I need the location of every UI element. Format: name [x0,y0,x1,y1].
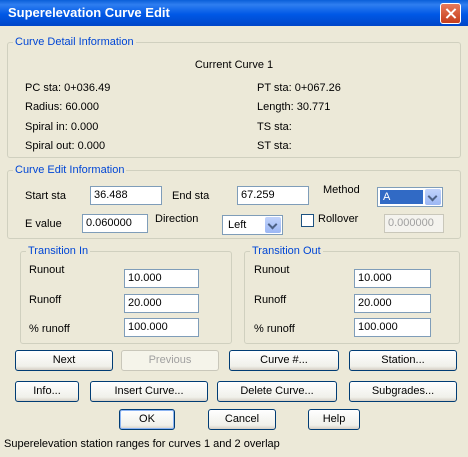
to-pct-runoff-input[interactable]: 100.000 [354,318,431,337]
next-button[interactable]: Next [15,350,113,371]
length-label: Length: 30.771 [257,101,331,113]
to-runout-input[interactable]: 10.000 [354,269,431,288]
chevron-down-icon[interactable] [265,217,281,233]
method-label: Method [323,184,360,196]
to-runoff-label: Runoff [254,294,287,306]
ti-pct-runoff-label: % runoff [29,323,70,335]
subgrades-button[interactable]: Subgrades... [349,381,457,402]
ok-button[interactable]: OK [119,409,175,430]
close-button[interactable] [440,3,461,24]
previous-button: Previous [121,350,219,371]
dialog-window: Superelevation Curve Edit Curve Detail I… [0,0,468,457]
current-curve-label: Current Curve 1 [194,59,274,71]
help-button[interactable]: Help [308,409,360,430]
curve-detail-legend: Curve Detail Information [15,36,134,48]
spiral-out-label: Spiral out: 0.000 [25,140,106,152]
e-value-label: E value [25,218,62,230]
direction-label: Direction [155,213,199,225]
info-button[interactable]: Info... [15,381,79,402]
pc-sta-label: PC sta: 0+036.49 [25,82,111,94]
chevron-down-icon[interactable] [425,189,441,205]
window-title: Superelevation Curve Edit [8,5,170,20]
to-runoff-input[interactable]: 20.000 [354,294,431,313]
status-message: Superelevation station ranges for curves… [4,438,280,450]
radius-label: Radius: 60.000 [25,101,99,113]
curve-edit-legend: Curve Edit Information [15,164,125,176]
rollover-label: Rollover [318,213,359,225]
e-value-input[interactable]: 0.060000 [82,214,148,233]
insert-curve-button[interactable]: Insert Curve... [90,381,208,402]
ti-runout-input[interactable]: 10.000 [124,269,199,288]
end-sta-input[interactable]: 67.259 [237,186,309,205]
end-sta-label: End sta [172,190,210,202]
ti-runoff-input[interactable]: 20.000 [124,294,199,313]
ti-pct-runoff-input[interactable]: 100.000 [124,318,199,337]
pt-sta-label: PT sta: 0+067.26 [257,82,341,94]
station-button[interactable]: Station... [349,350,457,371]
st-sta-label: ST sta: [257,140,292,152]
cancel-button[interactable]: Cancel [208,409,276,430]
to-pct-runoff-label: % runoff [254,323,295,335]
start-sta-label: Start sta [25,190,66,202]
rollover-checkbox[interactable] [301,214,314,227]
ti-runoff-label: Runoff [29,294,62,306]
direction-select[interactable]: Left [222,215,283,235]
ts-sta-label: TS sta: [257,121,292,133]
spiral-in-label: Spiral in: 0.000 [25,121,99,133]
title-bar[interactable]: Superelevation Curve Edit [0,0,468,26]
direction-value: Left [228,219,247,231]
curve-number-button[interactable]: Curve #... [229,350,339,371]
method-select[interactable]: A [377,187,443,207]
start-sta-input[interactable]: 36.488 [90,186,162,205]
delete-curve-button[interactable]: Delete Curve... [217,381,337,402]
to-runout-label: Runout [254,264,290,276]
rollover-input: 0.000000 [384,214,444,233]
ti-runout-label: Runout [29,264,65,276]
transition-in-legend: Transition In [28,245,89,257]
transition-out-legend: Transition Out [252,245,321,257]
method-value: A [380,190,423,204]
